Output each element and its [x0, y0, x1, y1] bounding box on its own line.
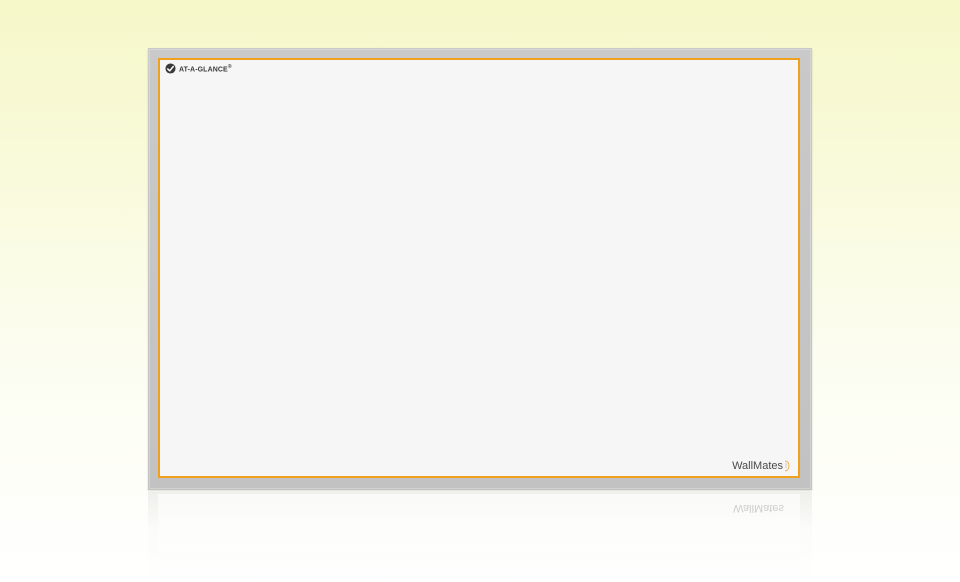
product-logo: WallMates	[732, 460, 790, 472]
hand-mark-icon	[784, 460, 790, 472]
whiteboard-frame: AT-A-GLANCE® WallMates	[148, 48, 812, 490]
product-name: WallMates	[732, 460, 783, 472]
brand-name-text: AT-A-GLANCE	[179, 66, 228, 74]
reflection-product-name: WallMates	[733, 502, 784, 514]
registered-mark: ®	[227, 63, 232, 70]
at-a-glance-logo-icon	[165, 63, 176, 74]
board-reflection: WallMates	[148, 492, 812, 582]
product-scene: AT-A-GLANCE® WallMates WallMates	[0, 0, 960, 582]
brand-logo: AT-A-GLANCE®	[165, 63, 232, 74]
brand-name: AT-A-GLANCE®	[179, 64, 232, 73]
reflection-surface	[158, 494, 800, 582]
whiteboard-surface: AT-A-GLANCE® WallMates	[158, 58, 800, 478]
